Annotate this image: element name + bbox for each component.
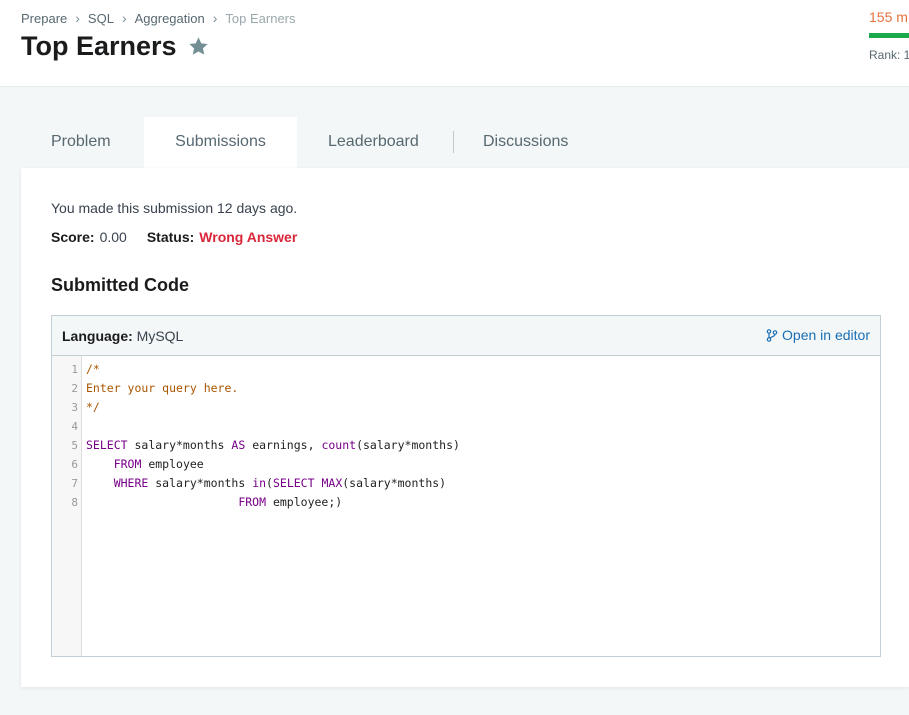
language-label: Language:	[62, 328, 133, 344]
line-number-gutter: 1 2 3 4 5 6 7 8	[52, 356, 82, 656]
line-number: 1	[71, 363, 78, 376]
line-number: 7	[71, 477, 78, 490]
score-status-line: Score: 0.00 Status: Wrong Answer	[51, 229, 297, 245]
tab-leaderboard[interactable]: Leaderboard	[328, 117, 419, 168]
tab-discussions[interactable]: Discussions	[483, 117, 568, 168]
line-number: 5	[71, 439, 78, 452]
submission-time-text: You made this submission 12 days ago.	[51, 200, 298, 216]
score-label: Score:	[51, 229, 95, 245]
breadcrumb-aggregation[interactable]: Aggregation	[135, 11, 205, 26]
tab-submissions[interactable]: Submissions	[144, 117, 297, 168]
open-in-editor-link[interactable]: Open in editor	[766, 327, 870, 343]
code-line: FROM employee	[113, 457, 204, 471]
code-line: Enter your query here.	[86, 381, 239, 395]
code-line: FROM employee;)	[238, 495, 343, 509]
language-info: Language: MySQL	[62, 328, 183, 344]
chevron-right-icon: ›	[121, 10, 127, 26]
status-label: Status:	[146, 229, 195, 245]
code-line: WHERE salary*months in(SELECT MAX(salary…	[113, 476, 447, 490]
breadcrumb-prepare[interactable]: Prepare	[21, 11, 67, 26]
score-value: 0.00	[99, 229, 127, 245]
status-value: Wrong Answer	[199, 229, 298, 245]
line-number: 2	[71, 382, 78, 395]
code-line: */	[86, 400, 100, 414]
code-line: SELECT salary*months AS earnings, count(…	[86, 438, 460, 452]
breadcrumb: Prepare › SQL › Aggregation › Top Earner…	[21, 10, 296, 26]
page-title-text: Top Earners	[21, 31, 177, 61]
code-content[interactable]: /* Enter your query here. */ SELECT sala…	[86, 360, 460, 512]
submitted-code-heading: Submitted Code	[51, 275, 189, 295]
open-in-editor-label: Open in editor	[782, 327, 870, 343]
points-score: 155 m	[869, 9, 908, 25]
tab-divider	[453, 131, 454, 153]
rank-label: Rank: 1	[869, 48, 909, 62]
page-header: Prepare › SQL › Aggregation › Top Earner…	[0, 0, 909, 87]
branch-icon	[766, 328, 778, 342]
line-number: 3	[71, 401, 78, 414]
submission-panel: You made this submission 12 days ago. Sc…	[21, 168, 909, 687]
progress-bar	[869, 33, 909, 38]
code-viewer: Language: MySQL Open in editor 1 2 3 4 5…	[51, 315, 881, 657]
language-value: MySQL	[136, 328, 184, 344]
line-number: 6	[71, 458, 78, 471]
chevron-right-icon: ›	[75, 10, 80, 26]
chevron-right-icon: ›	[212, 10, 218, 26]
page-title: Top Earners	[21, 31, 210, 62]
code-header: Language: MySQL Open in editor	[52, 316, 880, 356]
tab-bar: Problem Submissions Leaderboard Discussi…	[21, 117, 909, 168]
star-icon[interactable]	[187, 35, 210, 58]
breadcrumb-current: Top Earners	[225, 10, 296, 26]
tab-problem[interactable]: Problem	[51, 117, 111, 168]
code-line: /*	[86, 362, 100, 376]
line-number: 4	[71, 420, 78, 433]
line-number: 8	[71, 496, 78, 509]
breadcrumb-sql[interactable]: SQL	[88, 11, 114, 26]
